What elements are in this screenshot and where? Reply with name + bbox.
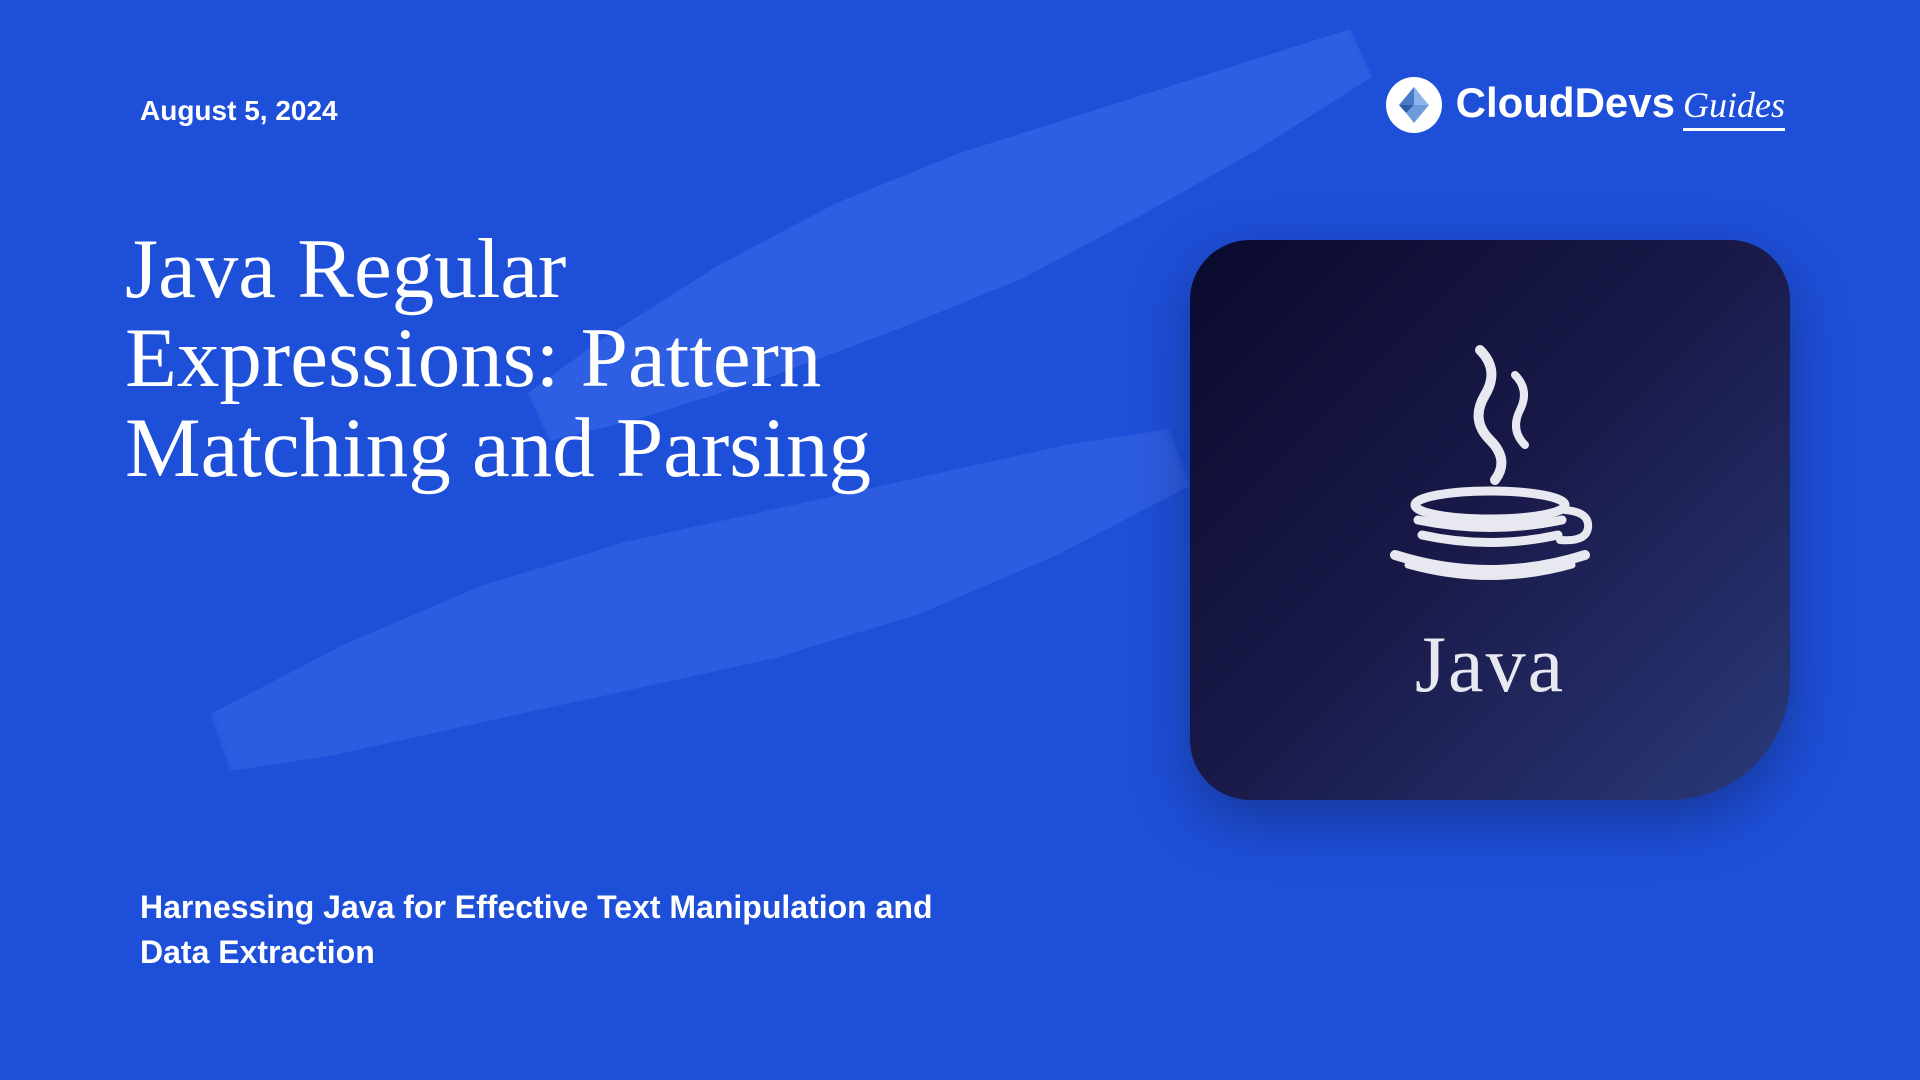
java-logo-text: Java: [1415, 620, 1565, 711]
page-title: Java Regular Expressions: Pattern Matchi…: [125, 225, 925, 493]
brand-suffix: Guides: [1683, 84, 1785, 131]
java-logo-container: Java: [1360, 330, 1620, 711]
java-logo-card: Java: [1190, 240, 1790, 800]
page-subtitle: Harnessing Java for Effective Text Manip…: [140, 885, 940, 975]
clouddevs-icon: [1384, 75, 1444, 135]
publication-date: August 5, 2024: [140, 95, 338, 127]
brand-logo: CloudDevs Guides: [1384, 75, 1785, 135]
java-cup-icon: [1360, 330, 1620, 590]
brand-name: CloudDevs: [1456, 79, 1675, 127]
brand-text-container: CloudDevs Guides: [1456, 79, 1785, 131]
